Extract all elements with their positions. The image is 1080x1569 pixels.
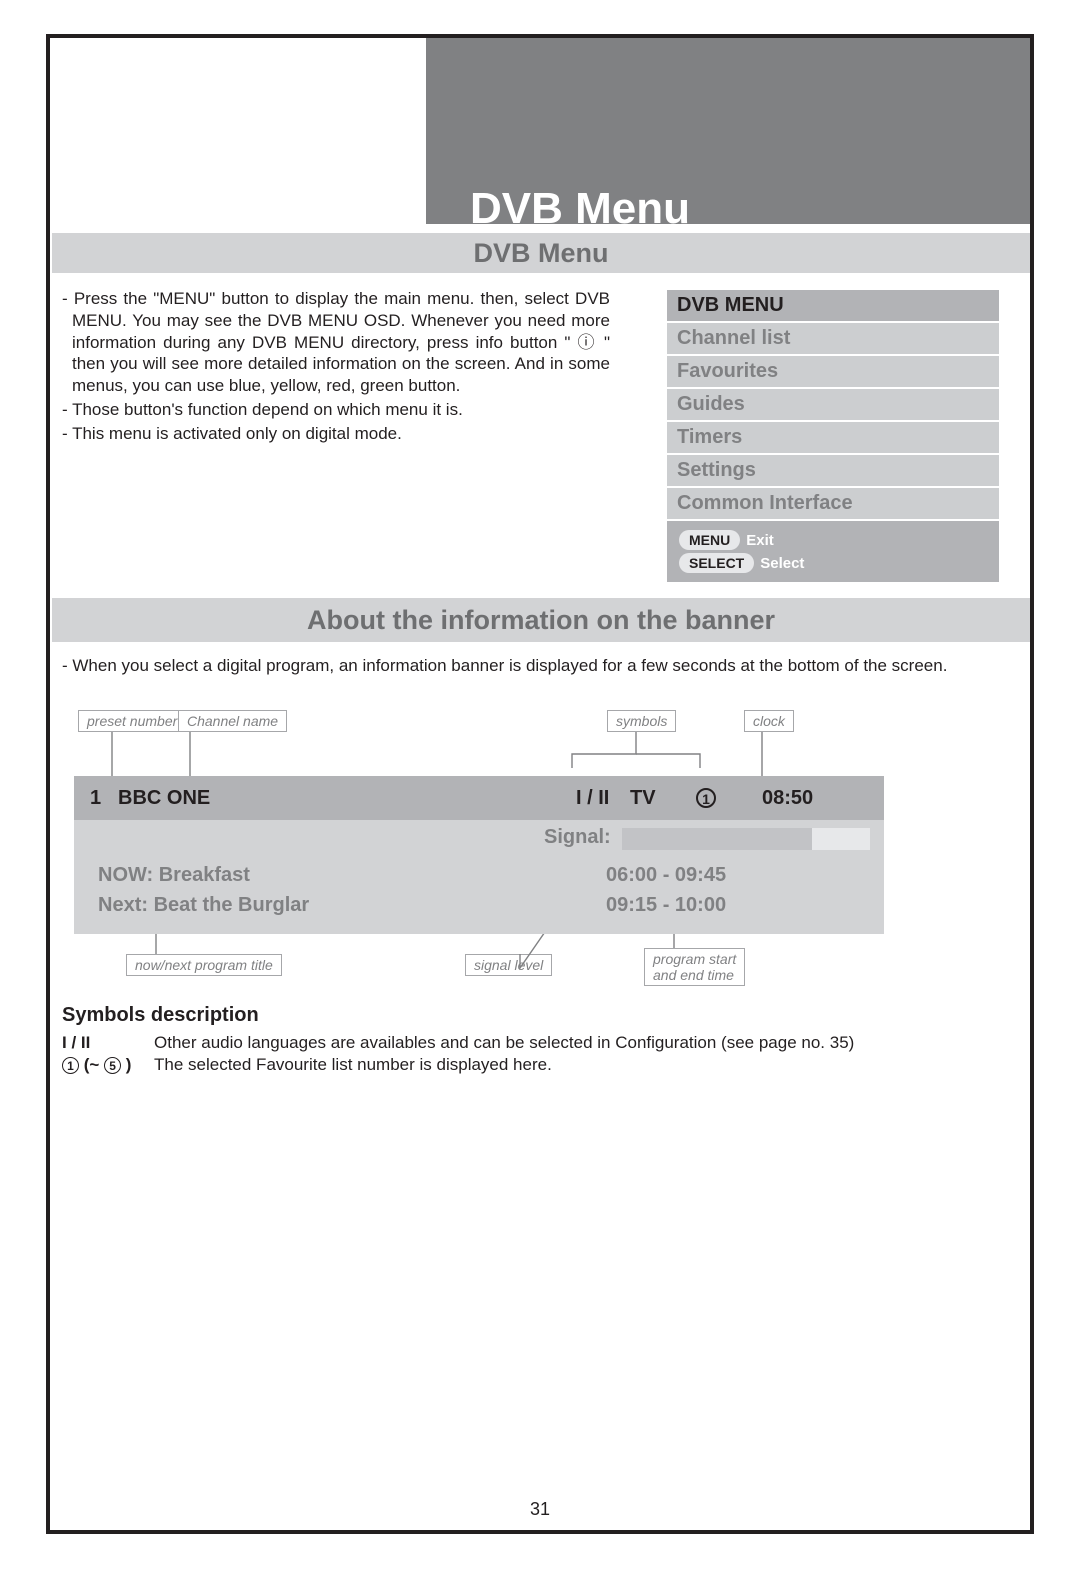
annotation-symbols: symbols	[607, 710, 676, 732]
banner-signal-bar-end	[812, 828, 870, 850]
banner-now-time: 06:00 - 09:45	[606, 864, 726, 887]
annotation-clock: clock	[744, 710, 794, 732]
intro-line-2: - Those button's function depend on whic…	[62, 399, 610, 421]
annotation-nownext: now/next program title	[126, 954, 282, 976]
annotation-preset-number: preset number	[78, 710, 186, 732]
annotation-start-end: program start and end time	[644, 948, 745, 986]
menu-button-label: Exit	[746, 532, 774, 549]
banner-signal-bar	[622, 828, 812, 850]
section-heading-banner-text: About the information on the banner	[307, 605, 775, 636]
menu-item-channel-list[interactable]: Channel list	[667, 323, 999, 356]
info-banner: 1 BBC ONE I / II TV 1 08:50 Signal: NOW:…	[74, 776, 884, 934]
favourite-five-icon: 5	[104, 1057, 121, 1074]
favourite-one-icon: 1	[62, 1057, 79, 1074]
menu-item-settings[interactable]: Settings	[667, 455, 999, 488]
annotation-signal-level: signal level	[465, 954, 552, 976]
banner-favourite-number-icon: 1	[696, 788, 716, 808]
banner-audio-symbol: I / II	[576, 787, 609, 810]
page-border: DVB Menu DVB Menu - Press the "MENU" but…	[46, 34, 1034, 1534]
banner-signal-label: Signal:	[544, 826, 611, 849]
banner-bottom: Signal: NOW: Breakfast 06:00 - 09:45 Nex…	[74, 820, 884, 934]
symbol-key-audio: I / II	[62, 1033, 154, 1053]
favourite-tilde: (~	[84, 1055, 100, 1074]
page-number: 31	[50, 1499, 1030, 1520]
banner-preset-number: 1	[90, 787, 118, 810]
banner-now-label: NOW: Breakfast	[98, 864, 250, 887]
favourite-close-paren: )	[126, 1055, 132, 1074]
symbol-desc-favourite: The selected Favourite list number is di…	[154, 1055, 552, 1075]
banner-top-row: 1 BBC ONE I / II TV 1 08:50	[74, 776, 884, 820]
banner-channel-name: BBC ONE	[118, 787, 210, 810]
dvb-menu-panel: DVB MENU Channel list Favourites Guides …	[667, 290, 999, 582]
symbol-desc-audio: Other audio languages are availables and…	[154, 1033, 854, 1053]
dvb-menu-footer: MENU Exit SELECT Select	[667, 521, 999, 582]
symbol-key-favourite: 1 (~ 5 )	[62, 1055, 154, 1075]
page-title: DVB Menu	[470, 184, 690, 234]
intro-line-3: - This menu is activated only on digital…	[62, 423, 610, 445]
select-button-label: Select	[760, 555, 804, 572]
menu-button-pill[interactable]: MENU	[679, 530, 740, 550]
select-button-pill[interactable]: SELECT	[679, 553, 754, 573]
dvb-menu-title: DVB MENU	[667, 290, 999, 323]
banner-next-time: 09:15 - 10:00	[606, 894, 726, 917]
banner-clock: 08:50	[762, 787, 813, 810]
symbols-description-heading: Symbols description	[62, 1004, 962, 1027]
banner-tv-symbol: TV	[630, 787, 656, 810]
section-heading-text: DVB Menu	[474, 238, 609, 269]
banner-next-label: Next: Beat the Burglar	[98, 894, 309, 917]
menu-item-common-interface[interactable]: Common Interface	[667, 488, 999, 521]
section-heading-dvb-menu: DVB Menu	[52, 233, 1030, 273]
menu-item-favourites[interactable]: Favourites	[667, 356, 999, 389]
intro-text: - Press the "MENU" button to display the…	[62, 288, 610, 446]
section-heading-banner-info: About the information on the banner	[52, 598, 1030, 642]
menu-item-timers[interactable]: Timers	[667, 422, 999, 455]
annotation-channel-name: Channel name	[178, 710, 287, 732]
intro-line-1: - Press the "MENU" button to display the…	[62, 288, 610, 397]
menu-item-guides[interactable]: Guides	[667, 389, 999, 422]
banner-intro-text: - When you select a digital program, an …	[62, 656, 947, 676]
symbols-description: Symbols description I / II Other audio l…	[62, 1004, 962, 1077]
